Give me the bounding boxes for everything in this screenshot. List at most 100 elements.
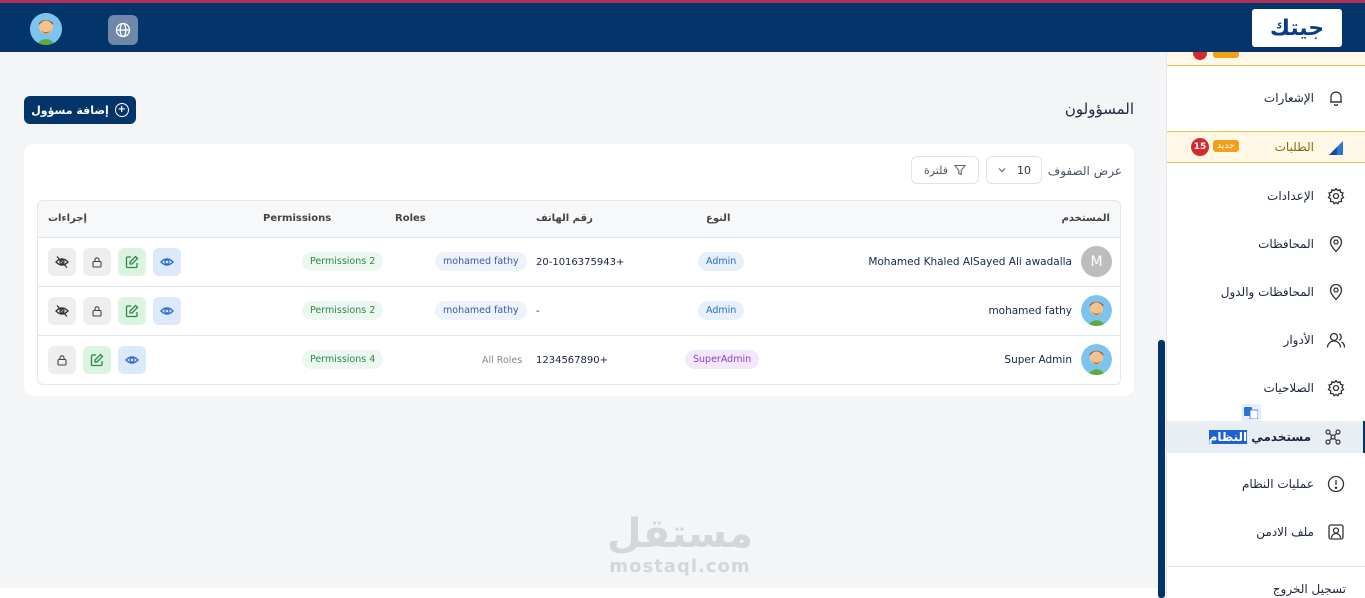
sidebar-item-settings[interactable]: الإعدادات xyxy=(1167,180,1365,212)
new-badge xyxy=(1213,52,1239,58)
sidebar-item-label: الطلبات xyxy=(1274,140,1314,154)
filter-icon xyxy=(954,164,967,176)
sidebar-item-governorates[interactable]: المحافظات xyxy=(1167,228,1365,260)
count-badge xyxy=(1193,52,1207,60)
sidebar-item-system-users[interactable]: مستخدمي النظام xyxy=(1167,421,1365,453)
orders-new-badge: جديد xyxy=(1213,140,1239,152)
sidebar-item-permissions[interactable]: الصلاحيات xyxy=(1167,372,1365,404)
phone-number: - xyxy=(536,306,540,317)
sidebar-item-governorates-countries[interactable]: المحافظات والدول xyxy=(1167,276,1365,308)
sidebar-item-partial[interactable] xyxy=(1167,52,1365,66)
header-phone: رقم الهاتف xyxy=(536,213,593,224)
sidebar-item-label: الإشعارات xyxy=(1263,91,1314,105)
role-badge: mohamed fathy xyxy=(435,252,527,271)
user-name: Super Admin xyxy=(1004,354,1072,366)
table-header: المستخدم النوع رقم الهاتف Roles Permissi… xyxy=(38,201,1120,238)
view-button[interactable] xyxy=(118,346,146,374)
eye-off-icon xyxy=(55,305,69,317)
network-icon xyxy=(1323,427,1343,447)
sidebar-item-label: الأدوار xyxy=(1283,333,1314,347)
header-actions: إجراءات xyxy=(48,213,87,224)
sidebar-divider xyxy=(1167,566,1365,567)
sidebar-scrollbar[interactable] xyxy=(1158,340,1165,598)
sidebar-item-label: عمليات النظام xyxy=(1242,477,1314,491)
sidebar-item-admin-profile[interactable]: ملف الادمن xyxy=(1167,516,1365,548)
header-roles: Roles xyxy=(395,213,426,224)
admins-table: المستخدم النوع رقم الهاتف Roles Permissi… xyxy=(37,200,1121,385)
logo-text: جيتك xyxy=(1269,15,1325,41)
watermark: مستقل mostaql.com xyxy=(590,512,770,577)
globe-icon xyxy=(115,22,131,38)
hide-button[interactable] xyxy=(48,248,76,276)
phone-number: 20-1016375943+ xyxy=(536,257,625,268)
profile-icon xyxy=(1326,522,1346,542)
rows-per-page-select[interactable]: 10 xyxy=(986,156,1042,184)
location-icon xyxy=(1326,282,1346,302)
table-row: Super Admin SuperAdmin 1234567890+ All R… xyxy=(38,336,1120,384)
filter-button[interactable]: فلترة xyxy=(911,156,979,184)
watermark-arabic: مستقل xyxy=(606,511,754,557)
view-button[interactable] xyxy=(153,248,181,276)
gear-icon xyxy=(1326,186,1346,206)
eye-icon xyxy=(160,258,174,266)
lock-button[interactable] xyxy=(48,346,76,374)
sidebar-item-roles[interactable]: الأدوار xyxy=(1167,324,1365,356)
bell-icon xyxy=(1326,88,1346,108)
lock-icon xyxy=(92,306,102,317)
type-badge: Admin xyxy=(698,252,745,271)
avatar xyxy=(1081,295,1112,326)
lock-button[interactable] xyxy=(83,248,111,276)
brand-logo[interactable]: جيتك xyxy=(1252,9,1342,47)
sidebar-item-orders[interactable]: 15 جديد الطلبات xyxy=(1167,131,1365,163)
edit-button[interactable] xyxy=(118,297,146,325)
users-icon xyxy=(1326,330,1346,350)
type-badge: Admin xyxy=(698,301,745,320)
add-admin-button[interactable]: إضافة مسؤول + xyxy=(24,96,136,124)
lock-icon xyxy=(57,355,67,366)
location-icon xyxy=(1326,234,1346,254)
sidebar-item-label: الإعدادات xyxy=(1267,189,1314,203)
page-footer-strip xyxy=(0,588,1158,598)
sidebar-item-label: مستخدمي النظام xyxy=(1208,430,1311,444)
user-avatar[interactable] xyxy=(30,13,62,45)
header-type: النوع xyxy=(706,213,731,224)
sidebar-item-label: ملف الادمن xyxy=(1256,525,1314,539)
eye-off-icon xyxy=(55,256,69,268)
view-button[interactable] xyxy=(153,297,181,325)
eye-icon xyxy=(160,307,174,315)
table-row: mohamed fathy Admin - mohamed fathy Perm… xyxy=(38,287,1120,336)
avatar xyxy=(1081,344,1112,375)
permissions-badge: Permissions 2 xyxy=(302,301,384,320)
role-badge: mohamed fathy xyxy=(435,301,527,320)
lock-icon xyxy=(92,257,102,268)
sidebar: الإشعارات 15 جديد الطلبات الإعدادات المح… xyxy=(1166,52,1365,598)
sidebar-item-logout[interactable]: تسجيل الخروج xyxy=(1167,582,1365,598)
alert-circle-icon xyxy=(1326,474,1346,494)
orders-count-badge: 15 xyxy=(1191,138,1209,156)
rows-per-page-value: 10 xyxy=(1017,163,1031,177)
filter-label: فلترة xyxy=(923,163,949,177)
table-row: M Mohamed Khaled AlSayed Ali awadalla Ad… xyxy=(38,238,1120,287)
phone-number: 1234567890+ xyxy=(536,355,609,366)
hide-button[interactable] xyxy=(48,297,76,325)
role-text: All Roles xyxy=(482,355,523,366)
edit-icon xyxy=(125,255,139,269)
translate-icon[interactable] xyxy=(1241,404,1261,422)
lock-button[interactable] xyxy=(83,297,111,325)
language-button[interactable] xyxy=(108,15,138,45)
eye-icon xyxy=(125,356,139,364)
plus-circle-icon: + xyxy=(114,103,129,117)
edit-button[interactable] xyxy=(118,248,146,276)
admins-card: عرض الصفوف 10 فلترة المستخدم النوع رقم ا… xyxy=(24,144,1134,396)
sidebar-item-notifications[interactable]: الإشعارات xyxy=(1167,82,1365,114)
logout-label: تسجيل الخروج xyxy=(1272,582,1346,596)
permissions-badge: Permissions 2 xyxy=(302,252,384,271)
user-name: mohamed fathy xyxy=(988,305,1072,317)
add-admin-label: إضافة مسؤول xyxy=(31,103,109,117)
edit-button[interactable] xyxy=(83,346,111,374)
permissions-badge: Permissions 4 xyxy=(302,350,384,369)
avatar: M xyxy=(1081,246,1112,277)
sidebar-item-label: المحافظات xyxy=(1258,237,1314,251)
chevron-down-icon xyxy=(998,168,1006,173)
sidebar-item-system-operations[interactable]: عمليات النظام xyxy=(1167,468,1365,500)
